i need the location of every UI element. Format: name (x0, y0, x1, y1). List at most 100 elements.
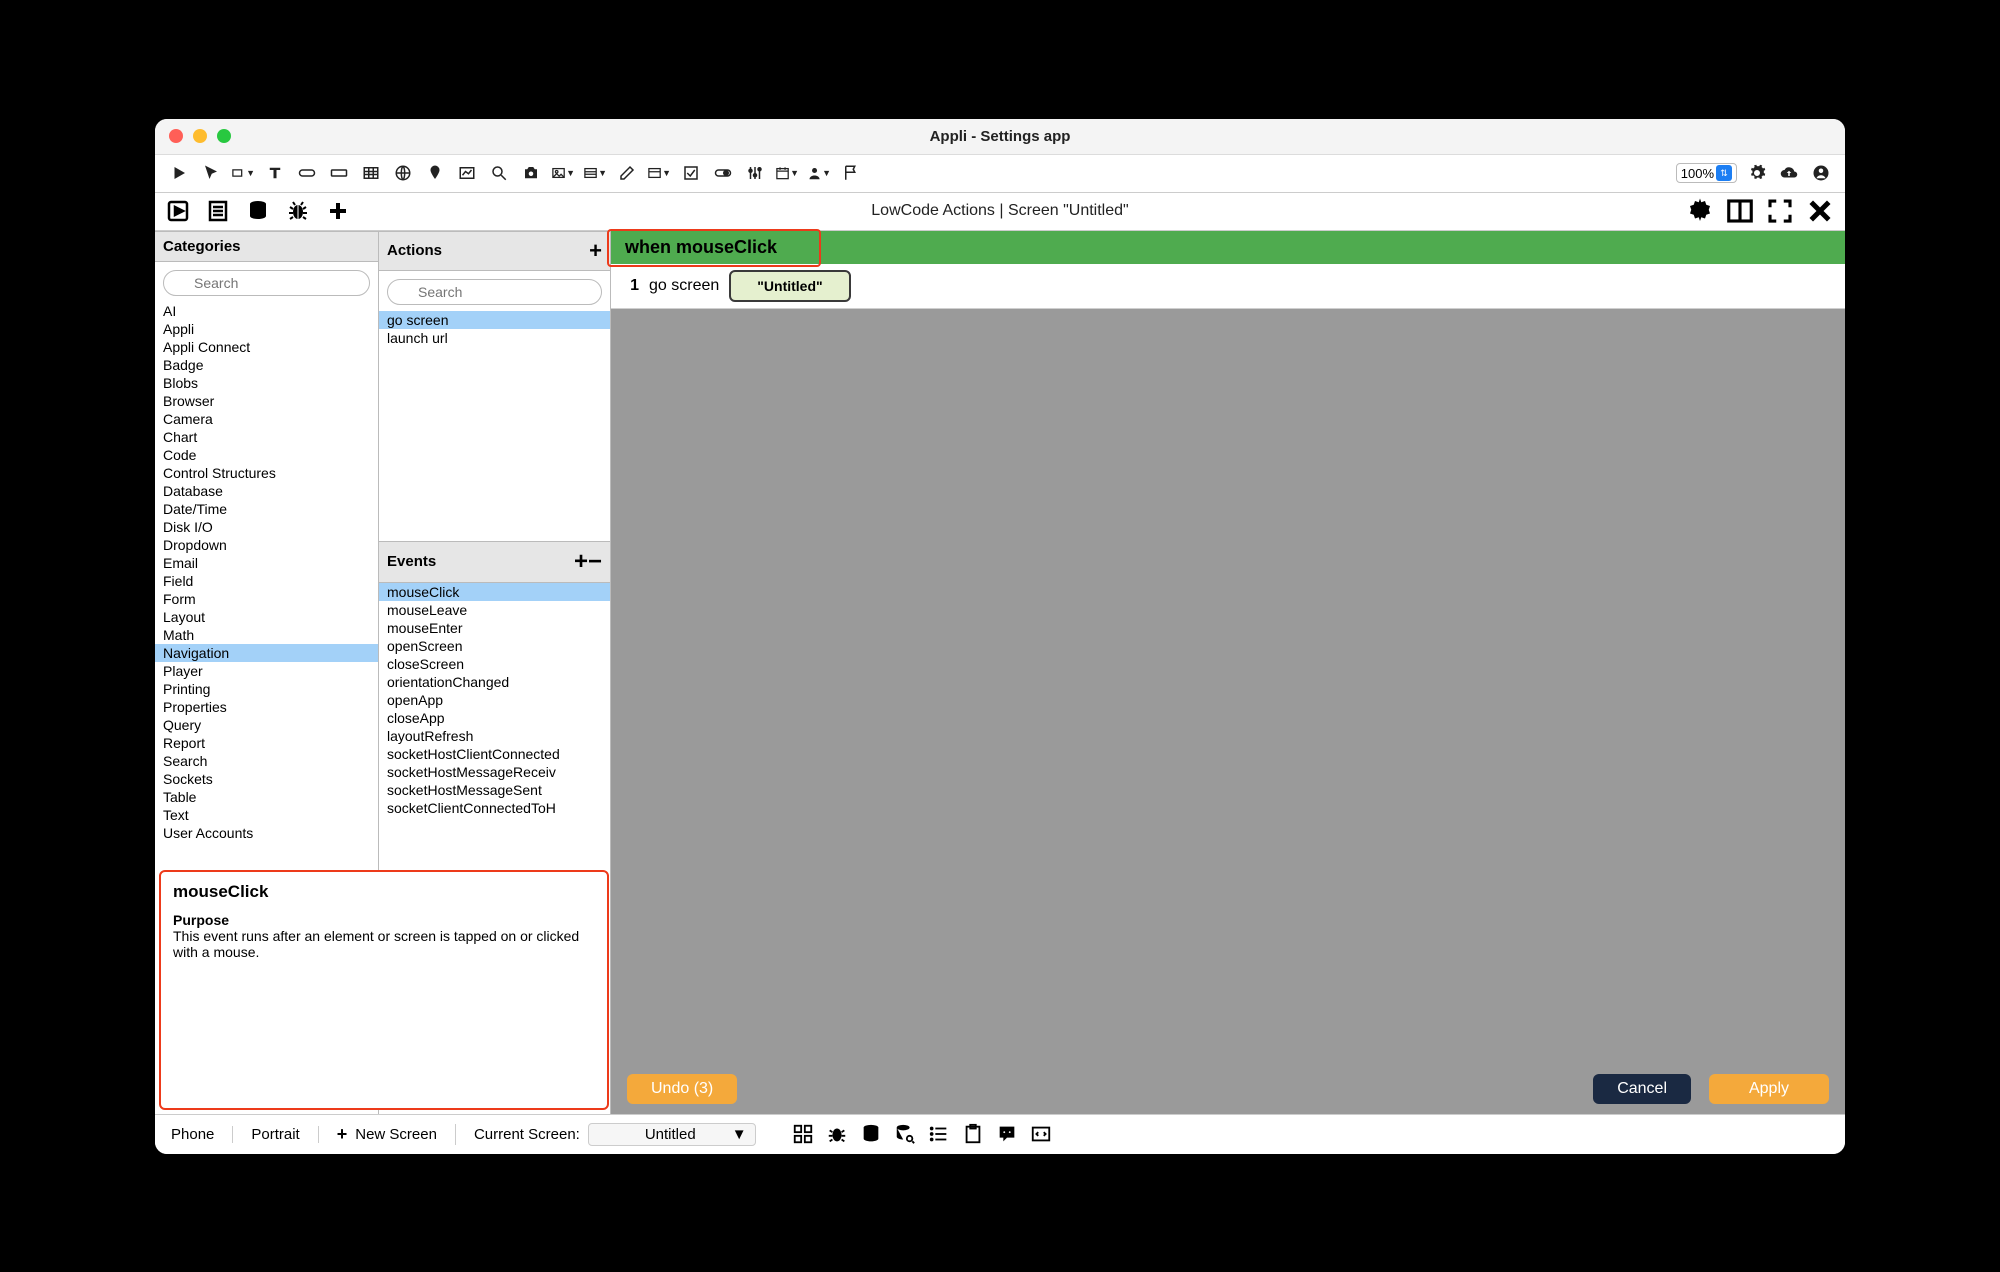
checkbox-icon[interactable] (679, 161, 703, 185)
rect-tool-icon[interactable]: ▼ (231, 161, 255, 185)
chat-icon[interactable] (996, 1123, 1018, 1145)
cloud-upload-icon[interactable] (1777, 161, 1801, 185)
command-param[interactable]: "Untitled" (729, 270, 850, 302)
camera-icon[interactable] (519, 161, 543, 185)
text-tool-icon[interactable] (263, 161, 287, 185)
dropdown-tool-icon[interactable]: ▼ (647, 161, 671, 185)
flag-icon[interactable] (839, 161, 863, 185)
list-item[interactable]: Appli Connect (155, 338, 378, 356)
account-icon[interactable] (1809, 161, 1833, 185)
list-item[interactable]: socketHostClientConnected (379, 745, 610, 763)
play-box-icon[interactable] (165, 198, 191, 224)
actions-search-input[interactable] (387, 279, 602, 305)
list-item[interactable]: Control Structures (155, 464, 378, 482)
search-icon[interactable] (487, 161, 511, 185)
edit-icon[interactable] (615, 161, 639, 185)
list-item[interactable]: openApp (379, 691, 610, 709)
list-item[interactable]: Field (155, 572, 378, 590)
toggle-icon[interactable] (711, 161, 735, 185)
list-item[interactable]: Browser (155, 392, 378, 410)
list-item[interactable]: AI (155, 302, 378, 320)
list-item[interactable]: Badge (155, 356, 378, 374)
fullscreen-icon[interactable] (1765, 196, 1795, 226)
image-tool-icon[interactable]: ▼ (551, 161, 575, 185)
clipboard-icon[interactable] (962, 1123, 984, 1145)
list-item[interactable]: Sockets (155, 770, 378, 788)
gear-icon[interactable] (1745, 161, 1769, 185)
calendar-icon[interactable]: ▼ (775, 161, 799, 185)
list-icon[interactable] (928, 1123, 950, 1145)
code-icon[interactable] (1030, 1123, 1052, 1145)
list-item[interactable]: mouseClick (379, 583, 610, 601)
current-screen-dropdown[interactable]: Untitled▼ (588, 1123, 756, 1146)
list-item[interactable]: Camera (155, 410, 378, 428)
list-item[interactable]: Database (155, 482, 378, 500)
new-screen-button[interactable]: +New Screen (337, 1124, 456, 1145)
list-item[interactable]: Math (155, 626, 378, 644)
chart-tool-icon[interactable] (455, 161, 479, 185)
list-item[interactable]: Report (155, 734, 378, 752)
list-item[interactable]: Navigation (155, 644, 378, 662)
database-icon[interactable] (245, 198, 271, 224)
location-icon[interactable] (423, 161, 447, 185)
list-item[interactable]: User Accounts (155, 824, 378, 842)
list-item[interactable]: Email (155, 554, 378, 572)
user-icon[interactable]: ▼ (807, 161, 831, 185)
grid-icon[interactable] (792, 1123, 814, 1145)
list-item[interactable]: socketClientConnectedToH (379, 799, 610, 817)
list-item[interactable]: mouseLeave (379, 601, 610, 619)
globe-icon[interactable] (391, 161, 415, 185)
list-item[interactable]: socketHostMessageSent (379, 781, 610, 799)
script-line[interactable]: 1 go screen "Untitled" (611, 264, 1845, 309)
gear-icon[interactable] (1685, 196, 1715, 226)
bug-icon[interactable] (826, 1123, 848, 1145)
list-item[interactable]: layoutRefresh (379, 727, 610, 745)
list-item[interactable]: Layout (155, 608, 378, 626)
list-item[interactable]: Date/Time (155, 500, 378, 518)
maximize-window-button[interactable] (217, 129, 231, 143)
list-item[interactable]: Chart (155, 428, 378, 446)
db-search-icon[interactable] (894, 1123, 916, 1145)
add-event-button[interactable]: + (574, 548, 588, 576)
list-item[interactable]: Code (155, 446, 378, 464)
list-item[interactable]: openScreen (379, 637, 610, 655)
list-item[interactable]: Text (155, 806, 378, 824)
list-item[interactable]: Search (155, 752, 378, 770)
list-item[interactable]: Form (155, 590, 378, 608)
apply-button[interactable]: Apply (1709, 1074, 1829, 1104)
list-item[interactable]: Dropdown (155, 536, 378, 554)
zoom-control[interactable]: 100%⇅ (1676, 163, 1737, 183)
button-tool-icon[interactable] (295, 161, 319, 185)
cancel-button[interactable]: Cancel (1593, 1074, 1691, 1104)
grid-tool-icon[interactable] (359, 161, 383, 185)
list-item[interactable]: Properties (155, 698, 378, 716)
list-item[interactable]: closeScreen (379, 655, 610, 673)
database-icon[interactable] (860, 1123, 882, 1145)
list-item[interactable]: socketHostMessageReceiv (379, 763, 610, 781)
cursor-icon[interactable] (199, 161, 223, 185)
list-item[interactable]: Query (155, 716, 378, 734)
list-item[interactable]: go screen (379, 311, 610, 329)
list-item[interactable]: orientationChanged (379, 673, 610, 691)
minimize-window-button[interactable] (193, 129, 207, 143)
add-action-button[interactable]: + (589, 238, 602, 264)
close-window-button[interactable] (169, 129, 183, 143)
device-selector[interactable]: Phone (171, 1126, 233, 1143)
list-tool-icon[interactable]: ▼ (583, 161, 607, 185)
undo-button[interactable]: Undo (3) (627, 1074, 737, 1104)
add-icon[interactable] (325, 198, 351, 224)
list-item[interactable]: mouseEnter (379, 619, 610, 637)
remove-event-button[interactable]: − (588, 548, 602, 576)
list-item[interactable]: Table (155, 788, 378, 806)
orientation-selector[interactable]: Portrait (251, 1126, 318, 1143)
list-item[interactable]: launch url (379, 329, 610, 347)
close-icon[interactable] (1805, 196, 1835, 226)
play-icon[interactable] (167, 161, 191, 185)
actions-list[interactable]: go screenlaunch url (379, 311, 610, 541)
list-item[interactable]: Appli (155, 320, 378, 338)
list-item[interactable]: Blobs (155, 374, 378, 392)
categories-search-input[interactable] (163, 270, 370, 296)
form-icon[interactable] (205, 198, 231, 224)
sliders-icon[interactable] (743, 161, 767, 185)
list-item[interactable]: Printing (155, 680, 378, 698)
